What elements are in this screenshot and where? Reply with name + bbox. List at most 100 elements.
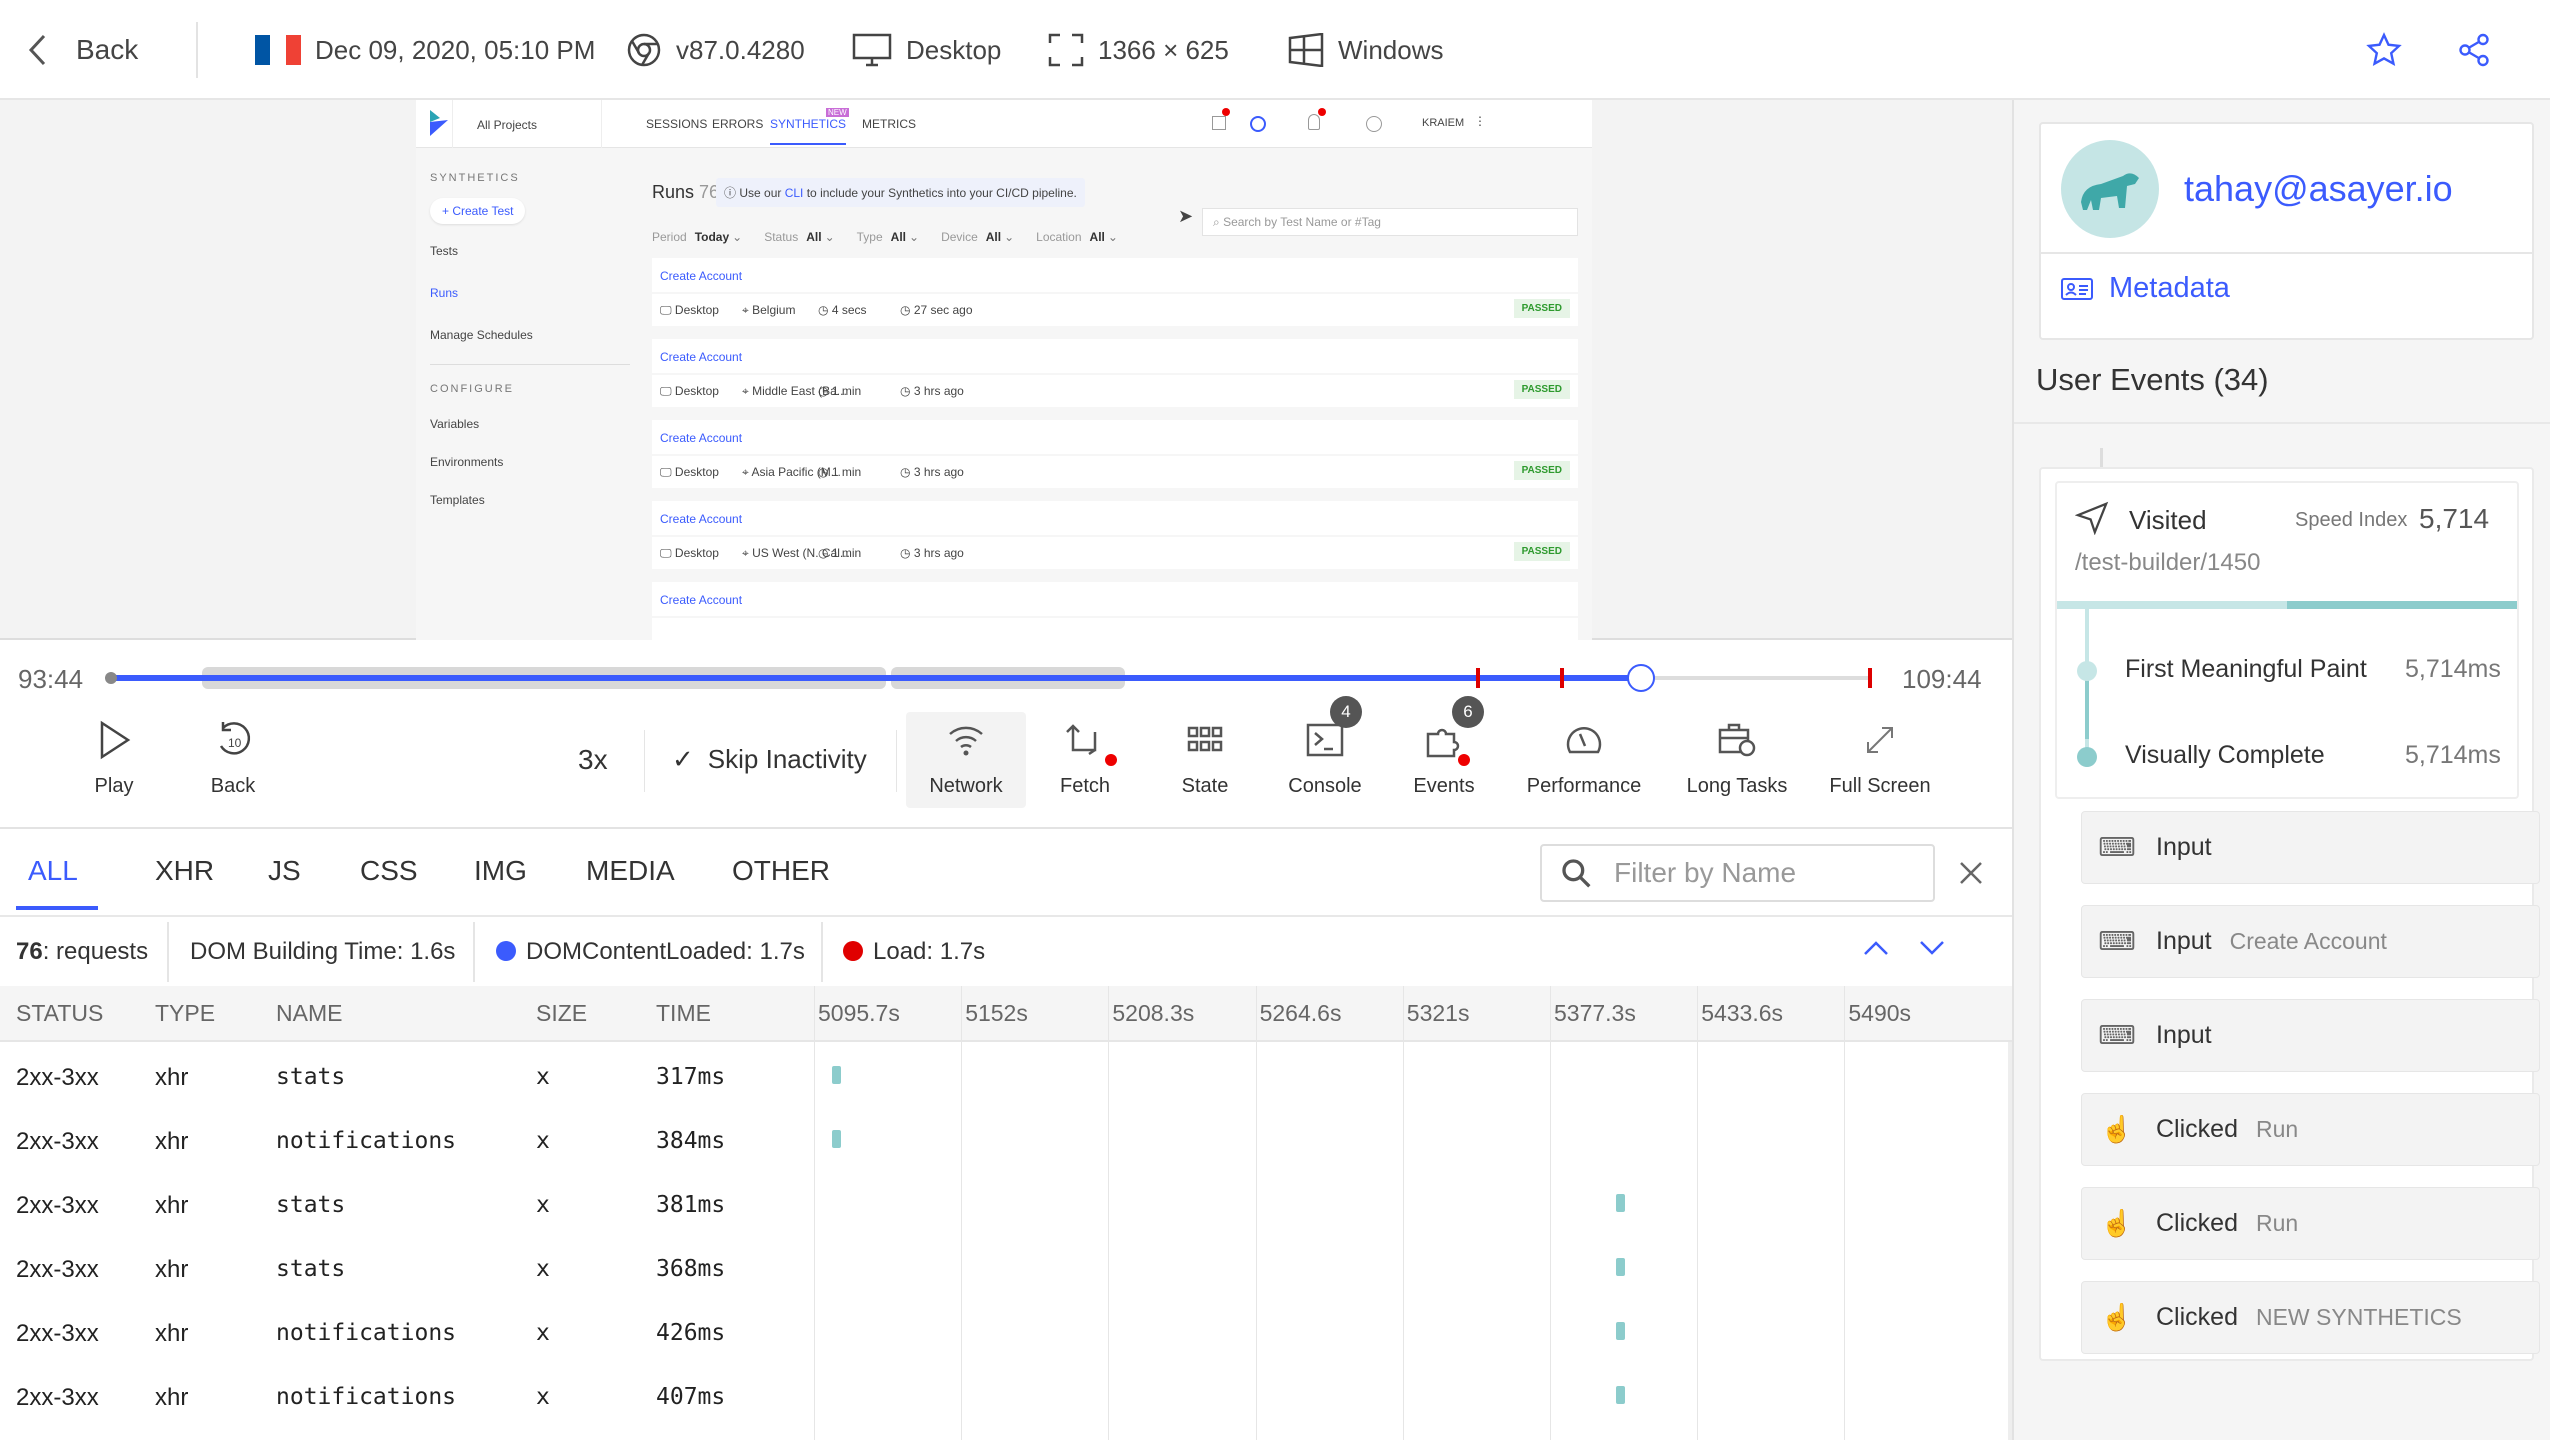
state-button[interactable]: State xyxy=(1165,712,1245,808)
nav-synthetics[interactable]: SYNTHETICS xyxy=(770,117,847,145)
network-button[interactable]: Network xyxy=(906,712,1026,808)
filter-period[interactable]: Period Today ⌄ xyxy=(652,230,742,244)
cell-type: xhr xyxy=(155,1192,189,1219)
user-event-input[interactable]: ⌨ Input xyxy=(2081,811,2540,884)
user-event-input[interactable]: ⌨ Input Create Account xyxy=(2081,905,2540,978)
cell-size: x xyxy=(536,1192,550,1218)
chevron-down-icon[interactable] xyxy=(1918,938,1946,958)
sidebar-item-runs[interactable]: Runs xyxy=(430,286,630,300)
run-test-name[interactable]: Create Account xyxy=(660,431,742,445)
user-event-input[interactable]: ⌨ Input xyxy=(2081,999,2540,1072)
dom-content-loaded: DOMContentLoaded: 1.7s xyxy=(526,938,805,965)
skip-inactivity-toggle[interactable]: ✓ Skip Inactivity xyxy=(672,744,867,775)
play-button[interactable]: Play xyxy=(84,712,144,808)
run-status-badge: PASSED xyxy=(1513,542,1570,561)
nav-errors[interactable]: ERRORS xyxy=(712,117,763,131)
tab-other[interactable]: OTHER xyxy=(732,855,830,887)
run-card[interactable]: Create Account xyxy=(652,420,1578,454)
pointer-hand-icon: ☝ xyxy=(2100,1114,2134,1144)
tab-css[interactable]: CSS xyxy=(360,855,418,887)
tab-media[interactable]: MEDIA xyxy=(586,855,675,887)
cli-link[interactable]: CLI xyxy=(785,186,804,200)
events-button[interactable]: Events 6 xyxy=(1404,696,1484,808)
user-event-clicked[interactable]: ☝ Clicked Run xyxy=(2081,1187,2540,1260)
column-header-type[interactable]: TYPE xyxy=(155,1000,215,1027)
search-runs-input[interactable]: ⌕ Search by Test Name or #Tag xyxy=(1202,208,1578,236)
run-test-name[interactable]: Create Account xyxy=(660,269,742,283)
long-tasks-button[interactable]: Long Tasks xyxy=(1677,712,1797,808)
run-details: 🖵 Desktop ⌖ US West (N. Cal... ◷ 1 min ◷ 3 … xyxy=(652,537,1578,569)
metadata-button[interactable]: Metadata xyxy=(2061,272,2230,305)
user-event-clicked[interactable]: ☝ Clicked NEW SYNTHETICS xyxy=(2081,1281,2540,1354)
performance-button[interactable]: Performance xyxy=(1524,712,1644,808)
user-email[interactable]: tahay@asayer.io xyxy=(2184,168,2453,210)
error-marker[interactable] xyxy=(1476,668,1480,688)
network-request-row[interactable]: 2xx-3xx xhr notifications x 407ms xyxy=(0,1366,2012,1430)
full-screen-button[interactable]: Full Screen xyxy=(1820,712,1940,808)
back-10-button[interactable]: 10 Back xyxy=(203,712,263,808)
grid-icon xyxy=(1187,726,1223,752)
playback-speed-button[interactable]: 3x xyxy=(578,744,608,776)
back-button[interactable]: Back xyxy=(26,30,138,70)
project-select[interactable]: All Projects xyxy=(452,100,602,148)
filter-label: Location xyxy=(1036,230,1082,244)
state-label: State xyxy=(1181,775,1229,797)
run-test-name[interactable]: Create Account xyxy=(660,593,742,607)
column-header-time[interactable]: TIME xyxy=(656,1000,711,1027)
run-test-name[interactable]: Create Account xyxy=(660,512,742,526)
nav-metrics[interactable]: METRICS xyxy=(862,117,916,131)
filter-by-name-input[interactable]: Filter by Name xyxy=(1540,844,1935,902)
sidebar-item-tests[interactable]: Tests xyxy=(430,244,630,258)
network-request-row[interactable]: 2xx-3xx xhr notifications x 384ms xyxy=(0,1110,2012,1174)
sidebar-item-manage-schedules[interactable]: Manage Schedules xyxy=(430,328,630,342)
star-icon[interactable] xyxy=(2366,32,2402,68)
nav-sessions[interactable]: SESSIONS xyxy=(646,117,707,131)
run-location: ⌖ Belgium xyxy=(742,303,796,317)
tab-js[interactable]: JS xyxy=(268,855,301,887)
network-request-row[interactable]: 2xx-3xx xhr stats x 381ms xyxy=(0,1174,2012,1238)
divider xyxy=(644,730,645,792)
run-test-name[interactable]: Create Account xyxy=(660,350,742,364)
filter-device[interactable]: Device All ⌄ xyxy=(941,230,1014,244)
network-request-row[interactable]: 2xx-3xx xhr notifications x 426ms xyxy=(0,1302,2012,1366)
close-icon[interactable] xyxy=(1958,860,1984,886)
tab-img[interactable]: IMG xyxy=(474,855,527,887)
filter-type[interactable]: Type All ⌄ xyxy=(857,230,919,244)
more-vertical-icon[interactable]: ⋮ xyxy=(1474,114,1486,128)
network-request-row[interactable]: 2xx-3xx xhr stats x 368ms xyxy=(0,1238,2012,1302)
chevron-up-icon[interactable] xyxy=(1862,938,1890,958)
console-count-badge: 4 xyxy=(1330,696,1362,728)
filter-status[interactable]: Status All ⌄ xyxy=(764,230,834,244)
user-event-clicked[interactable]: ☝ Clicked Run xyxy=(2081,1093,2540,1166)
tab-all[interactable]: ALL xyxy=(28,855,78,887)
visited-event[interactable]: Visited Speed Index 5,714 /test-builder/… xyxy=(2055,481,2519,799)
announcement-icon[interactable] xyxy=(1212,116,1226,130)
column-header-size[interactable]: SIZE xyxy=(536,1000,587,1027)
column-header-status[interactable]: STATUS xyxy=(16,1000,103,1027)
event-type: Clicked xyxy=(2156,1209,2238,1237)
sidebar-item-environments[interactable]: Environments xyxy=(430,455,630,469)
tab-xhr[interactable]: XHR xyxy=(155,855,214,887)
column-header-name[interactable]: NAME xyxy=(276,1000,342,1027)
run-card[interactable]: Create Account xyxy=(652,258,1578,292)
settings-gear-icon[interactable] xyxy=(1366,116,1382,132)
notifications-bell-icon[interactable] xyxy=(1308,114,1320,130)
user-menu[interactable]: KRAIEM xyxy=(1422,117,1464,129)
embedded-nav: All Projects SESSIONS ERRORS SYNTHETICS … xyxy=(416,100,1592,148)
create-test-button[interactable]: + Create Test xyxy=(430,198,526,224)
fetch-button[interactable]: Fetch xyxy=(1045,712,1125,808)
network-request-row[interactable]: 2xx-3xx xhr stats x 317ms xyxy=(0,1046,2012,1110)
cell-size: x xyxy=(536,1064,550,1090)
error-marker[interactable] xyxy=(1560,668,1564,688)
run-card[interactable]: Create Account xyxy=(652,501,1578,535)
filter-location[interactable]: Location All ⌄ xyxy=(1036,230,1118,244)
sidebar-item-templates[interactable]: Templates xyxy=(430,493,630,507)
run-card[interactable]: Create Account xyxy=(652,582,1578,616)
sidebar-item-variables[interactable]: Variables xyxy=(430,417,630,431)
share-icon[interactable] xyxy=(2456,32,2492,68)
cell-name: stats xyxy=(276,1256,346,1282)
run-card[interactable]: Create Account xyxy=(652,339,1578,373)
console-button[interactable]: Console 4 xyxy=(1280,696,1370,808)
timeline-scrubber-handle[interactable] xyxy=(1627,664,1656,692)
error-marker[interactable] xyxy=(1868,668,1872,688)
